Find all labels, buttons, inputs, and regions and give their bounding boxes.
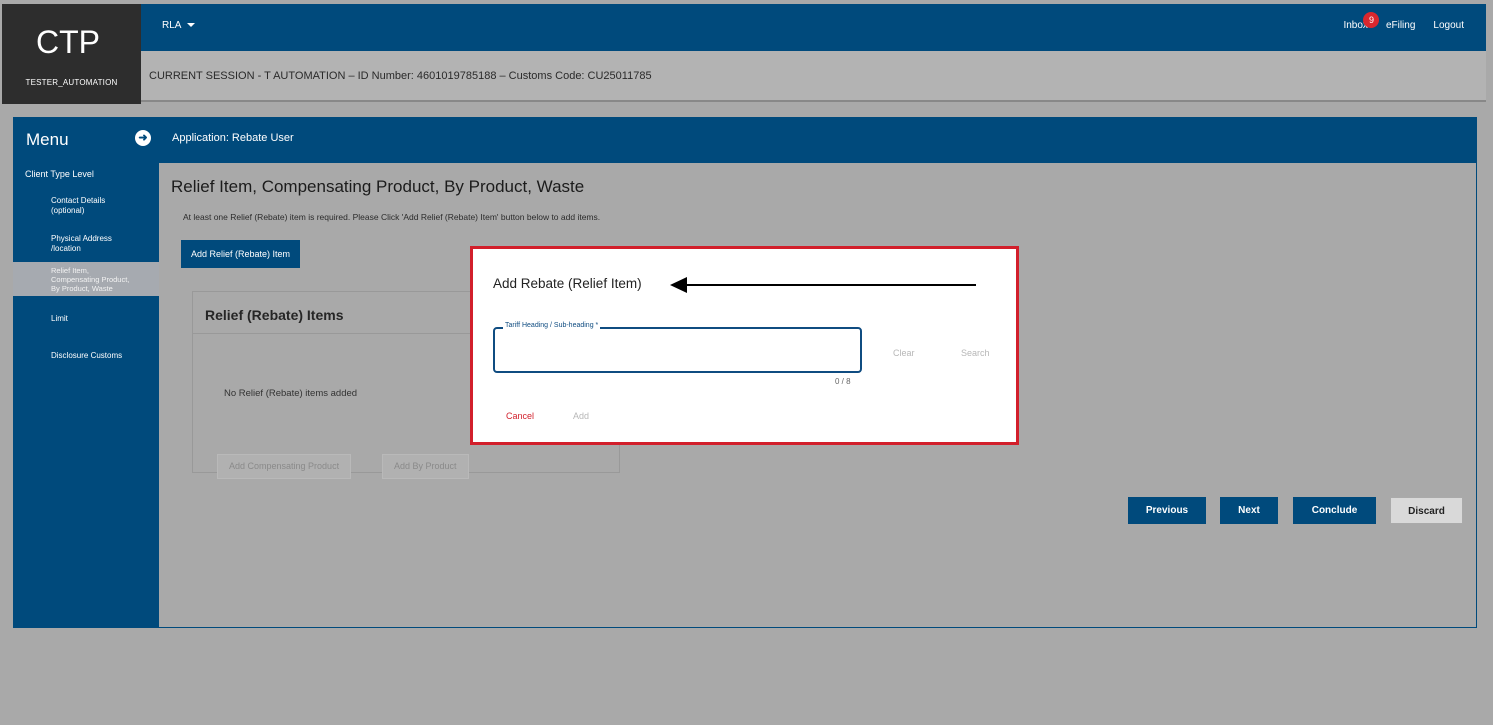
add-button[interactable]: Add: [573, 411, 589, 421]
tariff-heading-input[interactable]: [503, 341, 848, 359]
discard-button[interactable]: Discard: [1390, 497, 1463, 524]
conclude-button[interactable]: Conclude: [1293, 497, 1376, 524]
page-title: Relief Item, Compensating Product, By Pr…: [171, 177, 585, 196]
add-relief-item-button[interactable]: Add Relief (Rebate) Item: [181, 240, 301, 268]
inbox-link[interactable]: Inbox 9: [1343, 12, 1380, 31]
sidebar-item-relief-item[interactable]: Relief Item, Compensating Product, By Pr…: [13, 262, 159, 296]
add-compensating-product-button[interactable]: Add Compensating Product: [217, 454, 352, 479]
tariff-heading-field[interactable]: Tariff Heading / Sub-heading *: [493, 322, 862, 373]
arrow-right-circle-icon[interactable]: ➜: [135, 130, 151, 146]
sidebar-item-contact-details[interactable]: Contact Details (optional): [51, 196, 129, 216]
character-counter: 0 / 8: [835, 377, 851, 386]
previous-button[interactable]: Previous: [1128, 497, 1206, 524]
app-logo: CTP: [36, 24, 100, 60]
cancel-button[interactable]: Cancel: [506, 411, 534, 421]
session-info: CURRENT SESSION - T AUTOMATION – ID Numb…: [149, 70, 652, 82]
efiling-link[interactable]: eFiling: [1386, 20, 1415, 31]
dialog-title: Add Rebate (Relief Item): [493, 276, 642, 291]
application-label: Application: Rebate User: [172, 132, 294, 144]
logout-link[interactable]: Logout: [1433, 20, 1464, 31]
inbox-count-badge: 9: [1363, 12, 1380, 28]
brand-block: CTP TESTER_AUTOMATION: [2, 4, 141, 104]
sidebar-item-limit[interactable]: Limit: [51, 314, 68, 324]
tariff-heading-label: Tariff Heading / Sub-heading *: [503, 322, 601, 329]
annotation-arrow-line: [685, 284, 976, 286]
role-dropdown[interactable]: RLA: [162, 20, 196, 31]
current-user: TESTER_AUTOMATION: [25, 78, 118, 87]
add-rebate-dialog: Add Rebate (Relief Item) Tariff Heading …: [470, 246, 1019, 445]
next-button[interactable]: Next: [1220, 497, 1278, 524]
search-button[interactable]: Search: [961, 348, 990, 358]
add-by-product-button[interactable]: Add By Product: [382, 454, 469, 479]
clear-button[interactable]: Clear: [893, 348, 915, 358]
menu-title: Menu: [26, 130, 69, 149]
top-navigation-bar: RLA Inbox 9 eFiling Logout: [141, 4, 1486, 51]
top-links: Inbox 9 eFiling Logout: [1343, 12, 1464, 31]
sidebar-item-physical-address[interactable]: Physical Address /location: [51, 234, 129, 254]
sidebar-group-client-type-level: Client Type Level: [25, 169, 94, 179]
role-label: RLA: [162, 20, 182, 31]
page-instructions: At least one Relief (Rebate) item is req…: [183, 212, 601, 222]
sidebar-item-disclosure-customs[interactable]: Disclosure Customs: [51, 351, 122, 361]
empty-state-message: No Relief (Rebate) items added: [224, 388, 358, 399]
session-bar: CURRENT SESSION - T AUTOMATION – ID Numb…: [141, 51, 1486, 102]
chevron-down-icon: [187, 23, 196, 28]
sidebar-item-label: Relief Item, Compensating Product, By Pr…: [51, 266, 130, 293]
